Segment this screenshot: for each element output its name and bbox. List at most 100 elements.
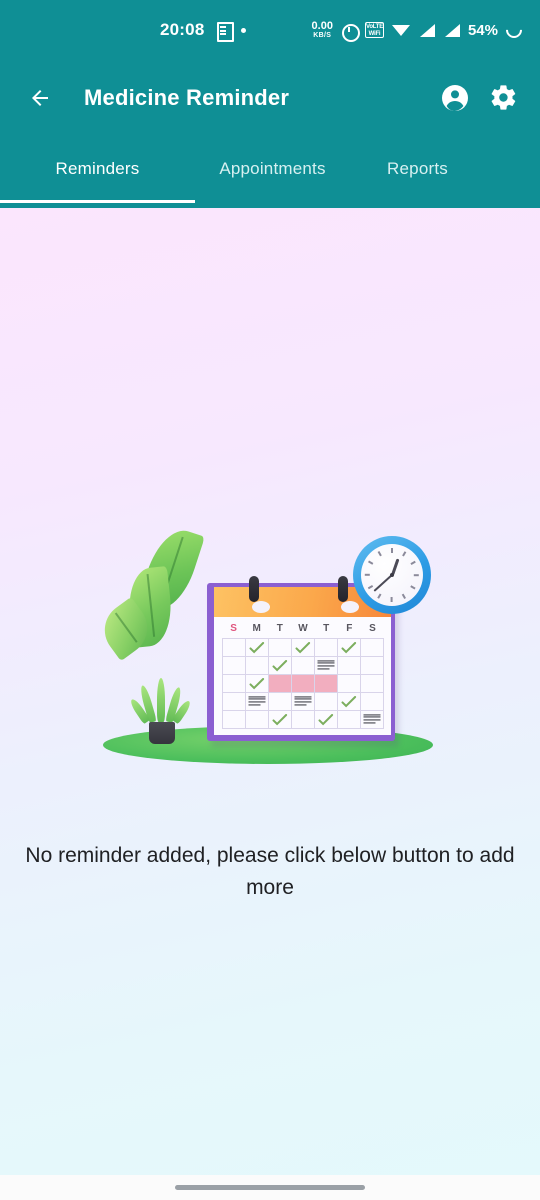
app-bar: Medicine Reminder [0, 60, 540, 135]
calendar-cell [292, 693, 315, 711]
back-button[interactable] [12, 70, 68, 126]
calendar-cell [338, 711, 361, 729]
day-header-sat: S [369, 622, 376, 634]
calendar-cell [223, 639, 246, 657]
calendar-cell [361, 693, 384, 711]
note-lines-icon [363, 713, 381, 725]
account-button[interactable] [438, 81, 472, 115]
calendar-cell [315, 657, 338, 675]
status-bar: 20:08 0.00 KB/S VoLTE WiFi 54% [0, 0, 540, 60]
note-lines-icon [294, 695, 312, 707]
news-icon [215, 21, 235, 42]
settings-button[interactable] [486, 81, 520, 115]
calendar-cell [223, 711, 246, 729]
calendar-cell [223, 693, 246, 711]
tab-bar: Reminders Appointments Reports [0, 135, 540, 208]
phone-screen: 20:08 0.00 KB/S VoLTE WiFi 54% Medicine … [0, 0, 540, 1200]
calendar-cell [223, 657, 246, 675]
clock-minute-hand [373, 574, 393, 592]
wifi-calling-label: WiFi [368, 30, 381, 37]
signal-bars-icon [418, 23, 435, 38]
tab-reports-label: Reports [387, 159, 448, 178]
clock-tick [391, 548, 393, 553]
empty-state-message: No reminder added, please click below bu… [25, 844, 515, 899]
account-circle-icon [442, 84, 468, 111]
calendar-cell [246, 639, 269, 657]
day-header-wed: W [298, 622, 308, 634]
clock-tick [402, 593, 407, 599]
tab-appointments[interactable]: Appointments [195, 135, 350, 203]
calendar-cell [292, 657, 315, 675]
note-lines-icon [248, 695, 266, 707]
data-rate-unit: KB/S [313, 32, 332, 39]
clock-tick [410, 560, 416, 565]
day-header-mon: M [252, 622, 261, 634]
calendar-cell [338, 675, 361, 693]
clock-tick [365, 574, 370, 576]
check-icon [249, 641, 265, 653]
content-area: S M T W T F S No reminder added, please … [0, 208, 540, 1200]
day-header-fri: F [346, 622, 353, 634]
day-header-thu: T [323, 622, 330, 634]
clock-face [361, 544, 423, 606]
check-icon [295, 641, 311, 653]
alarm-icon [341, 22, 360, 42]
calendar-cell [292, 639, 315, 657]
clock-tick [368, 585, 374, 590]
status-clock: 20:08 [160, 20, 205, 39]
check-icon [272, 713, 288, 725]
check-icon [249, 677, 265, 689]
calendar-cell [315, 639, 338, 657]
gear-icon [491, 85, 515, 110]
data-rate-value: 0.00 [311, 20, 333, 32]
check-icon [341, 641, 357, 653]
tab-reminders[interactable]: Reminders [0, 135, 195, 203]
day-header-tue: T [276, 622, 283, 634]
day-header-sun: S [230, 622, 237, 634]
system-nav-bar [0, 1175, 540, 1200]
calendar-cell [246, 675, 269, 693]
tab-reports[interactable]: Reports [350, 135, 485, 203]
dot-icon [241, 27, 247, 33]
check-icon [318, 713, 334, 725]
check-icon [272, 659, 288, 671]
calendar-cell [338, 657, 361, 675]
clock-tick [368, 560, 374, 565]
calendar-ring-2 [338, 576, 348, 602]
plant-pot [149, 722, 175, 744]
calendar-cell [269, 675, 292, 693]
calendar-cell [338, 639, 361, 657]
tab-reminders-label: Reminders [55, 159, 140, 178]
clock-tick [414, 574, 419, 576]
app-bar-actions [438, 81, 540, 115]
note-lines-icon [317, 659, 335, 671]
calendar-cell [223, 675, 246, 693]
volte-wifi-icon: VoLTE WiFi [364, 22, 384, 38]
calendar-day-headers: S M T W T F S [222, 619, 384, 637]
tab-appointments-label: Appointments [219, 159, 326, 178]
clock-tick [391, 597, 393, 602]
signal-bars-icon-2 [443, 23, 460, 38]
gesture-home-handle[interactable] [175, 1185, 365, 1190]
calendar-cell [246, 657, 269, 675]
clock-tick [377, 593, 382, 599]
calendar-cell [315, 693, 338, 711]
page-title: Medicine Reminder [84, 84, 290, 110]
potted-plant-icon [128, 678, 193, 744]
clock-tick [402, 551, 407, 557]
clock-tick [377, 551, 382, 557]
calendar-cell [269, 693, 292, 711]
calendar-cell [361, 657, 384, 675]
calendar-cell [361, 711, 384, 729]
battery-charging-ring-icon [502, 18, 526, 42]
volte-label: VoLTE [365, 24, 384, 30]
clock-tick [410, 585, 416, 590]
status-bar-left: 20:08 [160, 20, 247, 42]
status-bar-right: 0.00 KB/S VoLTE WiFi 54% [311, 18, 526, 42]
calendar-cell [292, 711, 315, 729]
calendar-cell [361, 639, 384, 657]
battery-percent: 54% [467, 21, 498, 39]
calendar-cell [269, 711, 292, 729]
calendar-ring-1 [249, 576, 259, 602]
calendar-cell [269, 657, 292, 675]
